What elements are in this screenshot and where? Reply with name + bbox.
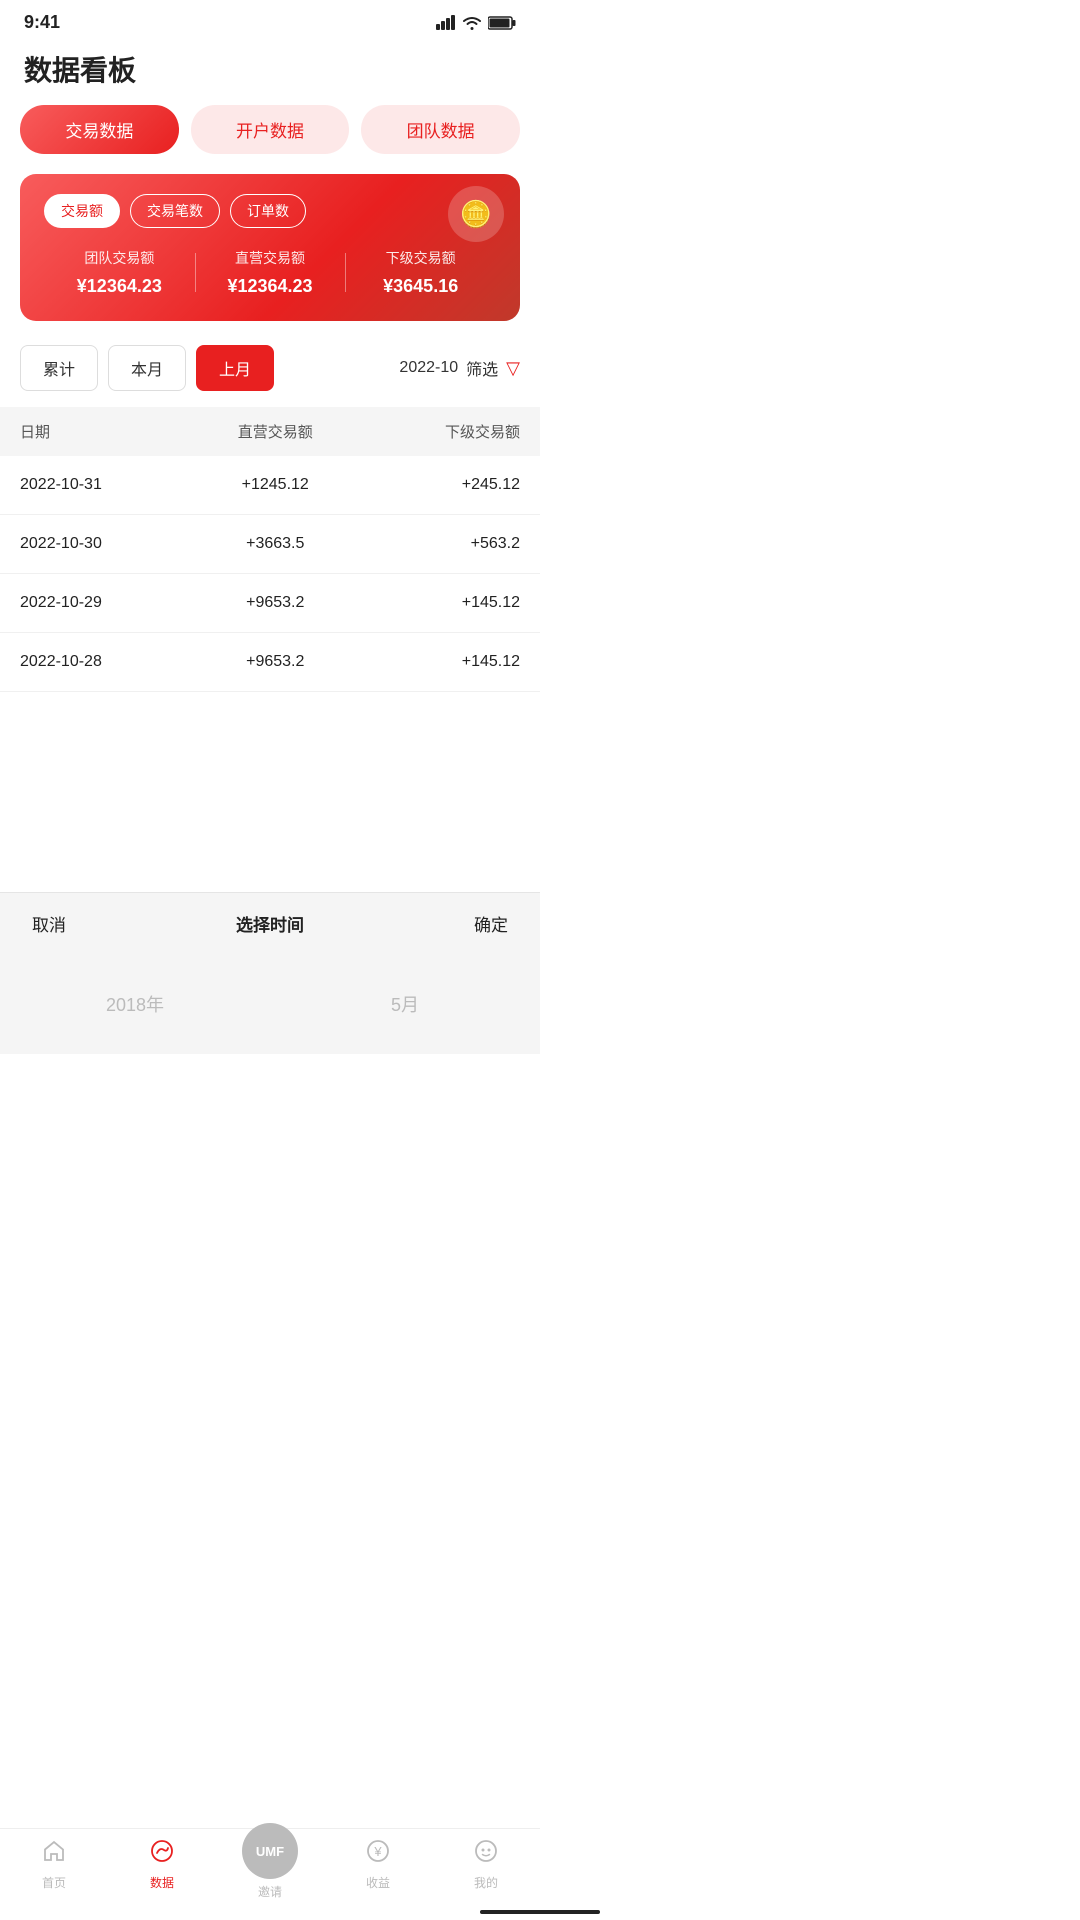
nav-label-data: 数据 <box>150 1874 174 1891</box>
wifi-icon <box>462 15 482 31</box>
period-last-month[interactable]: 上月 <box>196 345 274 391</box>
status-icons <box>436 15 516 31</box>
time-picker-month[interactable]: 5月 <box>270 954 540 1054</box>
time-picker-year[interactable]: 2018年 <box>0 954 270 1054</box>
mine-icon <box>474 1839 498 1870</box>
metric-team-value: ¥12364.23 <box>44 276 195 297</box>
card-sub-tab-count[interactable]: 交易笔数 <box>130 194 220 228</box>
period-date-label: 2022-10 <box>399 359 458 377</box>
nav-label-invite: 邀请 <box>258 1883 282 1900</box>
page-title: 数据看板 <box>0 41 540 105</box>
row-0-date: 2022-10-31 <box>0 456 187 515</box>
top-tabs: 交易数据 开户数据 团队数据 <box>0 105 540 174</box>
metric-direct-value: ¥12364.23 <box>195 276 346 297</box>
row-2-direct: +9653.2 <box>187 574 364 633</box>
period-this-month[interactable]: 本月 <box>108 345 186 391</box>
col-header-sub: 下级交易额 <box>363 407 540 456</box>
nav-label-mine: 我的 <box>474 1874 498 1891</box>
battery-icon <box>488 16 516 30</box>
table-body: 2022-10-31 +1245.12 +245.12 2022-10-30 +… <box>0 456 540 692</box>
row-2-date: 2022-10-29 <box>0 574 187 633</box>
row-0-direct: +1245.12 <box>187 456 364 515</box>
bottom-nav: 首页 数据 UMF 邀请 ¥ 收益 <box>0 1828 540 1920</box>
row-3-date: 2022-10-28 <box>0 633 187 692</box>
row-3-direct: +9653.2 <box>187 633 364 692</box>
home-icon <box>42 1839 66 1870</box>
time-picker-body: 2018年 5月 <box>0 954 540 1054</box>
income-icon: ¥ <box>366 1839 390 1870</box>
metric-direct: 直营交易额 ¥12364.23 <box>195 248 346 297</box>
row-1-direct: +3663.5 <box>187 515 364 574</box>
time-picker-confirm[interactable]: 确定 <box>474 911 508 936</box>
period-filter[interactable]: 2022-10 筛选 ▽ <box>399 356 520 380</box>
metric-sub-value: ¥3645.16 <box>345 276 496 297</box>
home-indicator <box>480 1910 600 1914</box>
time-picker-title: 选择时间 <box>236 911 304 936</box>
umf-button[interactable]: UMF <box>242 1823 298 1879</box>
table-header: 日期 直营交易额 下级交易额 <box>0 407 540 456</box>
table-row: 2022-10-28 +9653.2 +145.12 <box>0 633 540 692</box>
row-0-sub: +245.12 <box>363 456 540 515</box>
row-3-sub: +145.12 <box>363 633 540 692</box>
nav-label-home: 首页 <box>42 1874 66 1891</box>
time-picker-bar: 取消 选择时间 确定 <box>0 892 540 954</box>
period-selector: 累计 本月 上月 2022-10 筛选 ▽ <box>0 345 540 407</box>
status-time: 9:41 <box>24 12 60 33</box>
row-1-sub: +563.2 <box>363 515 540 574</box>
data-icon <box>150 1839 174 1870</box>
svg-text:¥: ¥ <box>373 1844 382 1859</box>
nav-item-income[interactable]: ¥ 收益 <box>348 1839 408 1900</box>
card-icon: 🪙 <box>448 186 504 242</box>
card-sub-tabs: 交易额 交易笔数 订单数 <box>44 194 496 228</box>
card-sub-tab-orders[interactable]: 订单数 <box>230 194 306 228</box>
tab-trading[interactable]: 交易数据 <box>20 105 179 154</box>
row-2-sub: +145.12 <box>363 574 540 633</box>
filter-icon: ▽ <box>506 358 520 379</box>
metric-sub-label: 下级交易额 <box>345 248 496 268</box>
table-row: 2022-10-31 +1245.12 +245.12 <box>0 456 540 515</box>
time-picker-cancel[interactable]: 取消 <box>32 911 66 936</box>
nav-item-invite[interactable]: UMF 邀请 <box>240 1839 300 1900</box>
nav-item-data[interactable]: 数据 <box>132 1839 192 1900</box>
table-row: 2022-10-30 +3663.5 +563.2 <box>0 515 540 574</box>
tab-account[interactable]: 开户数据 <box>191 105 350 154</box>
col-header-direct: 直营交易额 <box>187 407 364 456</box>
table-row: 2022-10-29 +9653.2 +145.12 <box>0 574 540 633</box>
nav-label-income: 收益 <box>366 1874 390 1891</box>
summary-card: 🪙 交易额 交易笔数 订单数 团队交易额 ¥12364.23 直营交易额 ¥12… <box>20 174 520 321</box>
metric-team: 团队交易额 ¥12364.23 <box>44 248 195 297</box>
tab-team[interactable]: 团队数据 <box>361 105 520 154</box>
card-sub-tab-amount[interactable]: 交易额 <box>44 194 120 228</box>
period-cumulative[interactable]: 累计 <box>20 345 98 391</box>
nav-item-mine[interactable]: 我的 <box>456 1839 516 1900</box>
card-metrics: 团队交易额 ¥12364.23 直营交易额 ¥12364.23 下级交易额 ¥3… <box>44 248 496 297</box>
filter-label: 筛选 <box>466 356 498 380</box>
status-bar: 9:41 <box>0 0 540 41</box>
metric-team-label: 团队交易额 <box>44 248 195 268</box>
metric-sub: 下级交易额 ¥3645.16 <box>345 248 496 297</box>
data-table: 日期 直营交易额 下级交易额 2022-10-31 +1245.12 +245.… <box>0 407 540 692</box>
row-1-date: 2022-10-30 <box>0 515 187 574</box>
col-header-date: 日期 <box>0 407 187 456</box>
signal-icon <box>436 15 456 30</box>
metric-direct-label: 直营交易额 <box>195 248 346 268</box>
nav-item-home[interactable]: 首页 <box>24 1839 84 1900</box>
